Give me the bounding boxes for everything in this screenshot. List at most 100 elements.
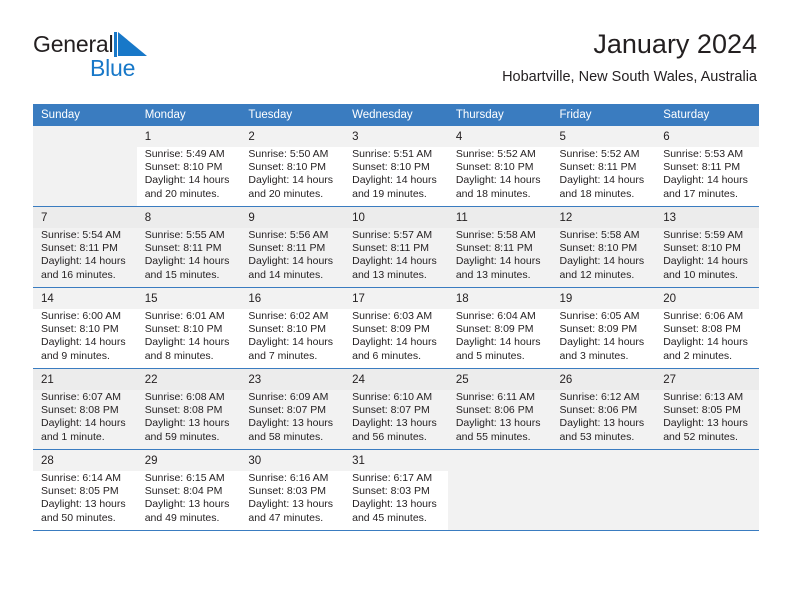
calendar-day-cell-empty bbox=[655, 449, 759, 531]
day-sunrise-text: Sunrise: 6:14 AM bbox=[41, 472, 121, 484]
day-details: Sunrise: 5:59 AM Sunset: 8:10 PM Daylight:… bbox=[655, 228, 759, 282]
day-sunset-text: Sunset: 8:09 PM bbox=[352, 323, 430, 336]
calendar-day-cell[interactable]: 25 Sunrise: 6:11 AM Sunset: 8:06 PM Dayligh… bbox=[447, 368, 552, 450]
day-sunset-text: Sunset: 8:10 PM bbox=[663, 242, 741, 255]
day-sunrise-text: Sunrise: 6:03 AM bbox=[352, 310, 433, 322]
day-daylight-1-text: Daylight: 13 hours bbox=[41, 498, 126, 511]
day-daylight-1-text: Daylight: 14 hours bbox=[352, 336, 437, 349]
day-daylight-1-text: Daylight: 13 hours bbox=[352, 417, 437, 430]
day-sunset-text: Sunset: 8:11 PM bbox=[41, 242, 118, 255]
day-details: Sunrise: 5:58 AM Sunset: 8:11 PM Daylight:… bbox=[448, 228, 552, 282]
day-sunset-text: Sunset: 8:10 PM bbox=[248, 161, 327, 174]
calendar-day-cell[interactable]: 29 Sunrise: 6:15 AM Sunset: 8:04 PM Dayligh… bbox=[136, 449, 241, 531]
day-sunrise-text: Sunrise: 6:02 AM bbox=[248, 310, 329, 322]
day-sunrise-text: Sunrise: 5:54 AM bbox=[41, 229, 121, 241]
day-daylight-1-text: Daylight: 14 hours bbox=[455, 336, 541, 349]
calendar-day-cell[interactable]: 18 Sunrise: 6:04 AM Sunset: 8:09 PM Dayligh… bbox=[447, 287, 552, 369]
day-number: 16 bbox=[240, 288, 345, 309]
day-number: 19 bbox=[551, 288, 656, 309]
day-sunset-text: Sunset: 8:11 PM bbox=[455, 242, 533, 255]
calendar-day-cell[interactable]: 30 Sunrise: 6:16 AM Sunset: 8:03 PM Dayligh… bbox=[240, 449, 345, 531]
day-number: 13 bbox=[655, 207, 759, 228]
day-details: Sunrise: 6:11 AM Sunset: 8:06 PM Daylight:… bbox=[448, 390, 552, 444]
day-details: Sunrise: 5:54 AM Sunset: 8:11 PM Daylight:… bbox=[33, 228, 137, 282]
day-daylight-1-text: Daylight: 14 hours bbox=[455, 255, 541, 268]
day-sunrise-text: Sunrise: 5:49 AM bbox=[144, 148, 225, 160]
day-details: Sunrise: 6:02 AM Sunset: 8:10 PM Daylight:… bbox=[240, 309, 344, 363]
day-daylight-2-text: and 3 minutes. bbox=[559, 349, 629, 362]
calendar-day-cell[interactable]: 21 Sunrise: 6:07 AM Sunset: 8:08 PM Dayligh… bbox=[33, 368, 137, 450]
calendar-day-cell[interactable]: 6 Sunrise: 5:53 AM Sunset: 8:11 PM Daylight… bbox=[655, 126, 759, 207]
calendar-day-cell[interactable]: 24 Sunrise: 6:10 AM Sunset: 8:07 PM Dayligh… bbox=[344, 368, 448, 450]
day-details: Sunrise: 6:06 AM Sunset: 8:08 PM Daylight:… bbox=[655, 309, 759, 363]
calendar-day-cell[interactable]: 19 Sunrise: 6:05 AM Sunset: 8:09 PM Dayligh… bbox=[551, 287, 656, 369]
day-daylight-2-text: and 13 minutes. bbox=[455, 268, 531, 281]
calendar-day-cell[interactable]: 14 Sunrise: 6:00 AM Sunset: 8:10 PM Dayligh… bbox=[33, 287, 137, 369]
day-daylight-1-text: Daylight: 13 hours bbox=[663, 417, 748, 430]
day-sunset-text: Sunset: 8:03 PM bbox=[352, 485, 430, 498]
day-daylight-2-text: and 47 minutes. bbox=[248, 511, 324, 524]
day-sunset-text: Sunset: 8:06 PM bbox=[559, 404, 638, 417]
brand-logo[interactable]: General Blue bbox=[33, 31, 233, 83]
day-daylight-2-text: and 18 minutes. bbox=[455, 187, 531, 200]
day-sunrise-text: Sunrise: 6:09 AM bbox=[248, 391, 329, 403]
day-daylight-1-text: Daylight: 13 hours bbox=[352, 498, 437, 511]
calendar-day-cell[interactable]: 16 Sunrise: 6:02 AM Sunset: 8:10 PM Dayligh… bbox=[240, 287, 345, 369]
day-daylight-1-text: Daylight: 14 hours bbox=[663, 336, 748, 349]
day-details: Sunrise: 6:13 AM Sunset: 8:05 PM Daylight:… bbox=[655, 390, 759, 444]
calendar-day-cell[interactable]: 23 Sunrise: 6:09 AM Sunset: 8:07 PM Dayligh… bbox=[240, 368, 345, 450]
day-number: 23 bbox=[240, 369, 345, 390]
day-daylight-2-text: and 56 minutes. bbox=[352, 430, 427, 443]
calendar-day-cell[interactable]: 13 Sunrise: 5:59 AM Sunset: 8:10 PM Dayligh… bbox=[655, 206, 759, 288]
calendar-day-cell[interactable]: 7 Sunrise: 5:54 AM Sunset: 8:11 PM Daylight… bbox=[33, 206, 137, 288]
day-sunrise-text: Sunrise: 6:10 AM bbox=[352, 391, 433, 403]
day-details: Sunrise: 6:10 AM Sunset: 8:07 PM Daylight:… bbox=[344, 390, 448, 444]
day-details: Sunrise: 6:01 AM Sunset: 8:10 PM Daylight:… bbox=[137, 309, 241, 363]
day-number: 5 bbox=[551, 126, 656, 147]
day-daylight-1-text: Daylight: 14 hours bbox=[41, 336, 126, 349]
calendar-day-cell-empty bbox=[447, 449, 552, 531]
calendar-week-row: 28 Sunrise: 6:14 AM Sunset: 8:05 PM Dayligh… bbox=[33, 449, 759, 531]
calendar-header-row: Sunday Monday Tuesday Wednesday Thursday… bbox=[33, 104, 759, 126]
calendar-day-cell[interactable]: 4 Sunrise: 5:52 AM Sunset: 8:10 PM Daylight… bbox=[447, 126, 552, 207]
day-sunrise-text: Sunrise: 6:05 AM bbox=[559, 310, 640, 322]
calendar-day-cell[interactable]: 2 Sunrise: 5:50 AM Sunset: 8:10 PM Daylight… bbox=[240, 126, 345, 207]
day-number: 24 bbox=[344, 369, 448, 390]
calendar-week-row: 21 Sunrise: 6:07 AM Sunset: 8:08 PM Dayligh… bbox=[33, 368, 759, 450]
calendar-day-cell[interactable]: 12 Sunrise: 5:58 AM Sunset: 8:10 PM Dayligh… bbox=[551, 206, 656, 288]
day-sunset-text: Sunset: 8:10 PM bbox=[41, 323, 119, 336]
day-sunrise-text: Sunrise: 5:58 AM bbox=[559, 229, 640, 241]
calendar-day-cell[interactable]: 3 Sunrise: 5:51 AM Sunset: 8:10 PM Daylight… bbox=[344, 126, 448, 207]
calendar-day-cell[interactable]: 11 Sunrise: 5:58 AM Sunset: 8:11 PM Dayligh… bbox=[447, 206, 552, 288]
day-daylight-2-text: and 52 minutes. bbox=[663, 430, 738, 443]
day-daylight-2-text: and 2 minutes. bbox=[663, 349, 733, 362]
calendar-day-cell[interactable]: 15 Sunrise: 6:01 AM Sunset: 8:10 PM Dayligh… bbox=[136, 287, 241, 369]
day-number: 15 bbox=[136, 288, 241, 309]
calendar-day-cell[interactable]: 10 Sunrise: 5:57 AM Sunset: 8:11 PM Dayligh… bbox=[344, 206, 448, 288]
day-sunrise-text: Sunrise: 6:07 AM bbox=[41, 391, 121, 403]
calendar-day-cell[interactable]: 22 Sunrise: 6:08 AM Sunset: 8:08 PM Dayligh… bbox=[136, 368, 241, 450]
day-daylight-2-text: and 7 minutes. bbox=[248, 349, 318, 362]
calendar-day-cell[interactable]: 5 Sunrise: 5:52 AM Sunset: 8:11 PM Daylight… bbox=[551, 126, 656, 207]
calendar-day-cell[interactable]: 8 Sunrise: 5:55 AM Sunset: 8:11 PM Daylight… bbox=[136, 206, 241, 288]
calendar-day-cell[interactable]: 31 Sunrise: 6:17 AM Sunset: 8:03 PM Dayligh… bbox=[344, 449, 448, 531]
day-sunset-text: Sunset: 8:10 PM bbox=[144, 323, 223, 336]
day-details: Sunrise: 6:15 AM Sunset: 8:04 PM Daylight:… bbox=[137, 471, 241, 525]
day-number: 2 bbox=[240, 126, 345, 147]
calendar-day-cell[interactable]: 17 Sunrise: 6:03 AM Sunset: 8:09 PM Dayligh… bbox=[344, 287, 448, 369]
calendar-week-row: 1 Sunrise: 5:49 AM Sunset: 8:10 PM Daylight… bbox=[33, 126, 759, 207]
day-details: Sunrise: 5:52 AM Sunset: 8:11 PM Daylight:… bbox=[552, 147, 656, 201]
day-sunset-text: Sunset: 8:11 PM bbox=[352, 242, 429, 255]
day-details: Sunrise: 6:12 AM Sunset: 8:06 PM Daylight:… bbox=[552, 390, 656, 444]
calendar-day-cell[interactable]: 26 Sunrise: 6:12 AM Sunset: 8:06 PM Dayligh… bbox=[551, 368, 656, 450]
calendar-day-cell[interactable]: 20 Sunrise: 6:06 AM Sunset: 8:08 PM Dayligh… bbox=[655, 287, 759, 369]
day-details: Sunrise: 6:07 AM Sunset: 8:08 PM Daylight:… bbox=[33, 390, 137, 444]
weekday-header-monday: Monday bbox=[136, 104, 241, 126]
calendar-day-cell[interactable]: 9 Sunrise: 5:56 AM Sunset: 8:11 PM Daylight… bbox=[240, 206, 345, 288]
day-sunrise-text: Sunrise: 6:08 AM bbox=[144, 391, 225, 403]
day-daylight-2-text: and 58 minutes. bbox=[248, 430, 324, 443]
calendar-day-cell[interactable]: 1 Sunrise: 5:49 AM Sunset: 8:10 PM Daylight… bbox=[136, 126, 241, 207]
calendar-day-cell[interactable]: 28 Sunrise: 6:14 AM Sunset: 8:05 PM Dayligh… bbox=[33, 449, 137, 531]
calendar-day-cell[interactable]: 27 Sunrise: 6:13 AM Sunset: 8:05 PM Dayligh… bbox=[655, 368, 759, 450]
day-sunrise-text: Sunrise: 6:13 AM bbox=[663, 391, 744, 403]
